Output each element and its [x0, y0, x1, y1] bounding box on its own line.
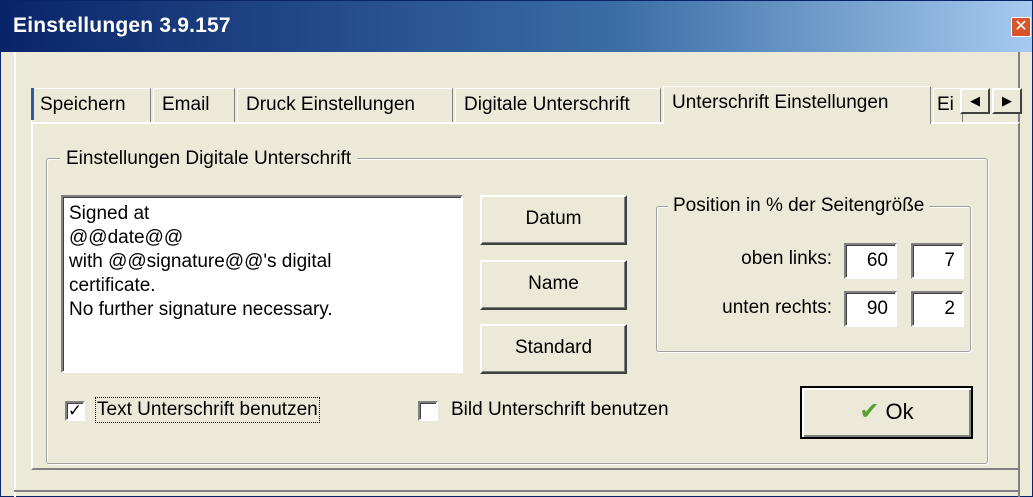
tab-druck-einstellungen[interactable]: Druck Einstellungen [237, 88, 453, 122]
tab-label: Druck Einstellungen [246, 94, 415, 115]
top-left-y-input[interactable]: 7 [911, 243, 964, 279]
tab-label: Digitale Unterschrift [464, 94, 630, 115]
image-signature-label[interactable]: Bild Unterschrift benutzen [451, 399, 669, 421]
tab-email[interactable]: Email [153, 88, 235, 122]
frame-bottom [14, 490, 1020, 492]
bottom-right-label: unten rechts: [722, 297, 832, 318]
tab-digitale-unterschrift[interactable]: Digitale Unterschrift [455, 88, 661, 122]
signature-text-area[interactable]: Signed at @@date@@ with @@signature@@'s … [61, 195, 463, 373]
tab-strip: Speichern Email Druck Einstellungen Digi… [31, 86, 1021, 124]
standard-button[interactable]: Standard [480, 324, 627, 374]
datum-button[interactable]: Datum [480, 195, 627, 245]
ok-button[interactable]: ✔ Ok [800, 386, 973, 439]
text-signature-label[interactable]: Text Unterschrift benutzen [95, 397, 320, 423]
tab-label: Ei [937, 94, 954, 115]
tab-label: Email [162, 94, 210, 115]
tab-ei[interactable]: Ei [933, 88, 963, 122]
tab-label: Unterschrift Einstellungen [672, 92, 889, 113]
scroll-right-icon[interactable]: ▶ [992, 88, 1022, 114]
check-icon: ✔ [859, 398, 880, 425]
tab-focus-accent [31, 88, 34, 120]
image-signature-checkbox[interactable] [418, 401, 438, 421]
top-left-label: oben links: [741, 248, 832, 269]
frame-left [14, 52, 16, 497]
group-title: Einstellungen Digitale Unterschrift [60, 148, 358, 170]
close-icon[interactable]: ✕ [1011, 17, 1031, 37]
text-signature-checkbox[interactable]: ✓ [65, 401, 85, 421]
position-group-title: Position in % der Seitengröße [668, 195, 930, 217]
checkmark-icon: ✓ [67, 401, 83, 420]
name-button[interactable]: Name [480, 260, 627, 310]
tab-scroll-arrows: ◀ ▶ [960, 88, 1022, 114]
scroll-left-icon[interactable]: ◀ [960, 88, 990, 114]
bottom-right-x-input[interactable]: 90 [844, 291, 897, 327]
tab-speichern[interactable]: Speichern [31, 88, 151, 122]
window-title: Einstellungen 3.9.157 [13, 14, 231, 37]
position-group [656, 206, 971, 352]
tab-label: Speichern [40, 94, 126, 115]
title-bar[interactable]: Einstellungen 3.9.157 ✕ [1, 1, 1032, 52]
ok-label: Ok [885, 399, 914, 424]
tab-unterschrift-einstellungen[interactable]: Unterschrift Einstellungen [663, 86, 931, 124]
bottom-right-y-input[interactable]: 2 [911, 291, 964, 327]
top-left-x-input[interactable]: 60 [844, 243, 897, 279]
